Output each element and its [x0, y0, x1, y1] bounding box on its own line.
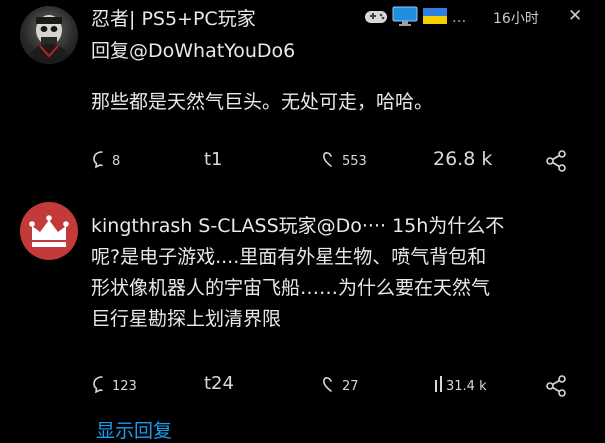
avatar-ninja[interactable]: [20, 6, 78, 64]
comment2-reply-count: 123: [112, 378, 137, 394]
monitor-icon: [392, 6, 418, 30]
close-icon[interactable]: ✕: [568, 6, 582, 26]
comment1-views: 26.8 k: [433, 148, 493, 170]
comment2-views: 31.4 k: [432, 374, 487, 398]
author-badges: [364, 6, 448, 30]
comment2-views-count: 31.4 k: [446, 378, 487, 394]
comment1-body: 那些都是天然气巨头。无处可走，哈哈。: [91, 91, 434, 113]
comment1-reply-button[interactable]: 8: [92, 149, 120, 173]
comment1-tag[interactable]: t1: [204, 149, 223, 170]
comment-icon: [92, 374, 112, 398]
comment2-body: kingthrash S-CLASS玩家@Do···· 15h为什么不 呢?是电…: [91, 211, 591, 335]
comment2-like-button[interactable]: 27: [320, 374, 359, 398]
comment2-reply-button[interactable]: 123: [92, 374, 137, 398]
comment1-author[interactable]: 忍者| PS5+PC玩家: [91, 6, 256, 32]
show-replies-link[interactable]: 显示回复: [96, 416, 172, 443]
comment2-author-line: kingthrash S-CLASS玩家@Do···· 15h为什么不: [91, 215, 505, 237]
comment2-body-line: 巨行星勘探上划清界限: [91, 308, 282, 330]
comment-icon: [92, 149, 112, 173]
avatar-crown[interactable]: [20, 202, 78, 260]
comment2-body-line: 形状像机器人的宇宙飞船……为什么要在天然气: [91, 277, 491, 299]
heart-icon: [320, 149, 342, 173]
gamepad-icon: [364, 7, 388, 29]
comment2-body-line: 呢?是电子游戏....里面有外星生物、喷气背包和: [91, 246, 487, 268]
heart-icon: [320, 374, 342, 398]
views-bar-icon: [432, 374, 446, 398]
comment1-like-count: 553: [342, 153, 367, 169]
share-icon[interactable]: [544, 374, 568, 402]
share-icon[interactable]: [544, 149, 568, 177]
comment1-like-button[interactable]: 553: [320, 149, 367, 173]
comment2-tag[interactable]: t24: [204, 373, 234, 394]
reply-to-label[interactable]: 回复@DoWhatYouDo6: [91, 38, 295, 64]
more-dots[interactable]: ...: [452, 8, 466, 26]
comment2-like-count: 27: [342, 378, 359, 394]
comment1-reply-count: 8: [112, 153, 121, 169]
comment1-time: 16小时: [493, 11, 539, 27]
ukraine-flag-icon: [422, 6, 448, 30]
